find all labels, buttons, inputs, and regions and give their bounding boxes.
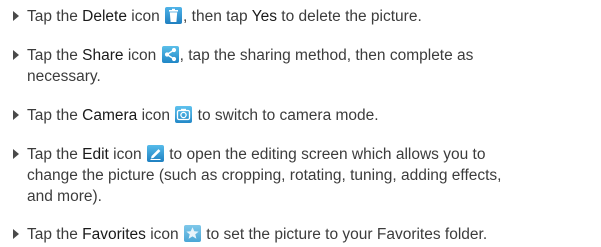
bullet-triangle-icon	[13, 149, 19, 159]
keyword-favorites: Favorites	[82, 226, 146, 243]
bullet-triangle-icon	[13, 11, 19, 21]
text-segment: to switch to camera mode.	[193, 107, 379, 124]
camera-icon	[175, 106, 193, 123]
item-text: Tap the Delete icon , then tap Yes to de…	[27, 6, 593, 27]
bullet-triangle-icon	[13, 50, 19, 60]
text-segment: to open the editing screen which allows …	[164, 146, 486, 163]
item-text: Tap the Favorites icon to set the pictur…	[27, 224, 593, 245]
item-text: Tap the Camera icon to switch to camera …	[27, 105, 593, 126]
text-segment: to delete the picture.	[277, 8, 422, 25]
text-segment: Tap the	[27, 8, 83, 25]
bullet-triangle-icon	[13, 110, 19, 120]
trash-icon	[165, 7, 183, 24]
keyword-share: Share	[82, 47, 124, 64]
text-segment: icon	[137, 107, 175, 124]
text-segment: Tap the	[27, 146, 83, 163]
text-segment: Tap the	[27, 47, 83, 64]
keyword-delete: Delete	[82, 8, 127, 25]
text-segment: , tap the sharing method, then complete …	[179, 47, 474, 64]
item-text: Tap the Share icon , tap the sharing met…	[27, 45, 593, 87]
text-segment: and more).	[27, 188, 102, 205]
text-segment: , then tap	[183, 8, 252, 25]
bullet-triangle-icon	[13, 229, 19, 239]
item-text: Tap the Edit icon to open the editing sc…	[27, 144, 593, 207]
keyword-yes: Yes	[251, 8, 277, 25]
keyword-camera: Camera	[82, 107, 138, 124]
star-icon	[183, 225, 201, 242]
text-segment: Tap the	[27, 107, 83, 124]
text-segment: icon	[145, 226, 183, 243]
text-segment: icon	[108, 146, 146, 163]
share-icon	[161, 46, 179, 63]
text-segment: to set the picture to your Favorites fol…	[201, 226, 488, 243]
text-segment: icon	[123, 47, 161, 64]
keyword-edit: Edit	[82, 146, 109, 163]
text-segment: change the picture (such as cropping, ro…	[27, 167, 502, 184]
text-segment: icon	[126, 8, 165, 25]
text-segment: necessary.	[27, 68, 101, 85]
pencil-icon	[146, 145, 164, 162]
text-segment: Tap the	[27, 226, 83, 243]
